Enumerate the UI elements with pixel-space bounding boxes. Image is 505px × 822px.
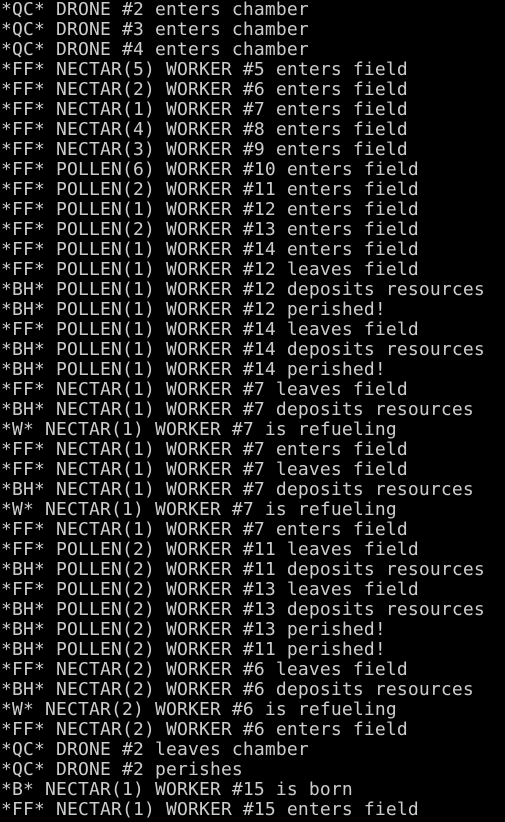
- log-line: *BH* POLLEN(2) WORKER #13 deposits resou…: [1, 599, 485, 620]
- log-line: *FF* NECTAR(2) WORKER #6 enters field: [1, 719, 408, 740]
- log-line: *FF* NECTAR(5) WORKER #5 enters field: [1, 59, 408, 80]
- log-line: *FF* POLLEN(1) WORKER #12 enters field: [1, 199, 419, 220]
- log-line: *FF* POLLEN(1) WORKER #12 leaves field: [1, 259, 419, 280]
- log-line: *FF* POLLEN(6) WORKER #10 enters field: [1, 159, 419, 180]
- log-line: *W* NECTAR(1) WORKER #7 is refueling: [1, 499, 397, 520]
- log-line: *W* NECTAR(2) WORKER #6 is refueling: [1, 699, 397, 720]
- log-line: *QC* DRONE #2 enters chamber: [1, 0, 309, 20]
- log-line: *FF* POLLEN(1) WORKER #14 enters field: [1, 239, 419, 260]
- log-line: *QC* DRONE #3 enters chamber: [1, 19, 309, 40]
- log-line: *BH* NECTAR(1) WORKER #7 deposits resour…: [1, 399, 474, 420]
- log-line: *FF* NECTAR(1) WORKER #7 leaves field: [1, 379, 408, 400]
- log-line: *BH* POLLEN(1) WORKER #12 deposits resou…: [1, 279, 485, 300]
- log-line: *QC* DRONE #4 enters chamber: [1, 39, 309, 60]
- log-line: *FF* POLLEN(2) WORKER #13 leaves field: [1, 579, 419, 600]
- log-line: *FF* POLLEN(2) WORKER #11 leaves field: [1, 539, 419, 560]
- log-line: *FF* NECTAR(1) WORKER #7 enters field: [1, 99, 408, 120]
- log-line: *FF* NECTAR(4) WORKER #8 enters field: [1, 119, 408, 140]
- log-line: *BH* POLLEN(1) WORKER #14 perished!: [1, 359, 386, 380]
- log-line: *FF* NECTAR(2) WORKER #6 enters field: [1, 79, 408, 100]
- log-line: *FF* POLLEN(2) WORKER #13 enters field: [1, 219, 419, 240]
- log-line: *W* NECTAR(1) WORKER #7 is refueling: [1, 419, 397, 440]
- log-line: *FF* POLLEN(2) WORKER #11 enters field: [1, 179, 419, 200]
- log-line: *FF* NECTAR(1) WORKER #7 leaves field: [1, 459, 408, 480]
- terminal-output: *QC* DRONE #2 enters chamber *QC* DRONE #…: [0, 0, 505, 820]
- log-line: *FF* NECTAR(2) WORKER #6 leaves field: [1, 659, 408, 680]
- log-line: *QC* DRONE #2 perishes: [1, 759, 243, 780]
- log-line: *FF* NECTAR(1) WORKER #7 enters field: [1, 439, 408, 460]
- log-line: *FF* POLLEN(1) WORKER #14 leaves field: [1, 319, 419, 340]
- log-line: *BH* POLLEN(2) WORKER #11 perished!: [1, 639, 386, 660]
- log-line: *BH* POLLEN(1) WORKER #12 perished!: [1, 299, 386, 320]
- log-line: *FF* NECTAR(1) WORKER #15 enters field: [1, 799, 419, 820]
- log-line: *FF* NECTAR(3) WORKER #9 enters field: [1, 139, 408, 160]
- log-line: *BH* POLLEN(2) WORKER #11 deposits resou…: [1, 559, 485, 580]
- log-line: *BH* POLLEN(1) WORKER #14 deposits resou…: [1, 339, 485, 360]
- log-line: *FF* NECTAR(1) WORKER #7 enters field: [1, 519, 408, 540]
- log-line: *B* NECTAR(1) WORKER #15 is born: [1, 779, 353, 800]
- log-line: *BH* POLLEN(2) WORKER #13 perished!: [1, 619, 386, 640]
- log-line: *BH* NECTAR(2) WORKER #6 deposits resour…: [1, 679, 474, 700]
- log-line: *QC* DRONE #2 leaves chamber: [1, 739, 309, 760]
- log-line: *BH* NECTAR(1) WORKER #7 deposits resour…: [1, 479, 474, 500]
